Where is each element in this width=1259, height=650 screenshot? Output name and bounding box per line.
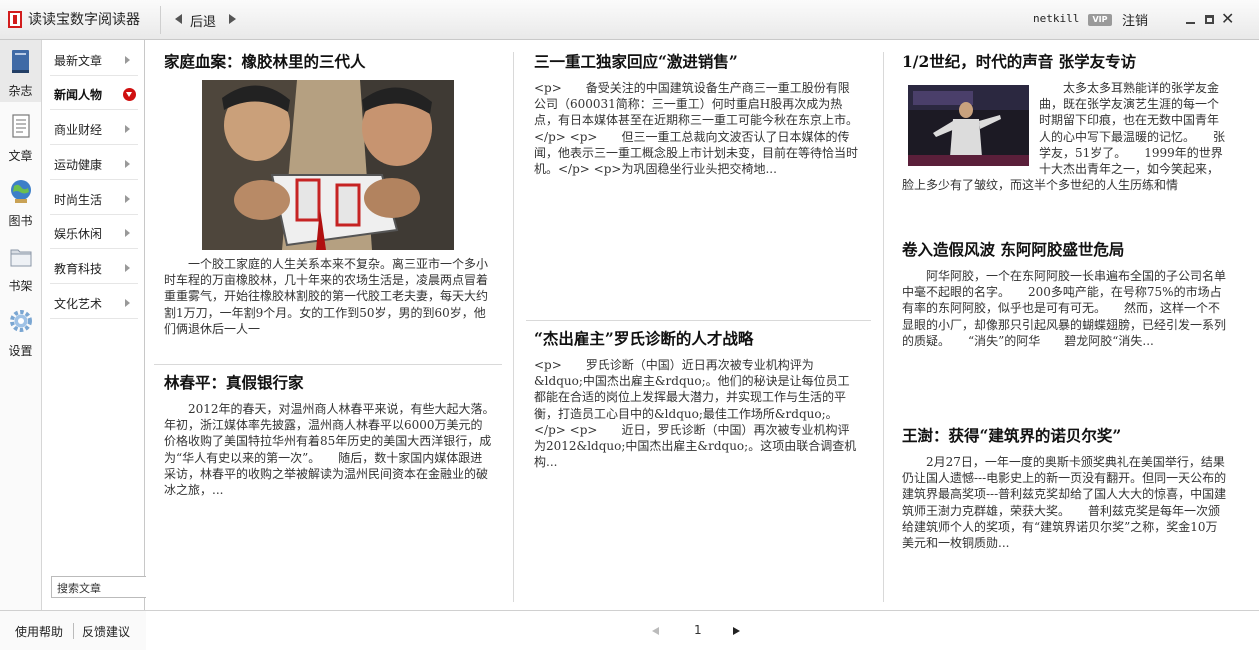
current-page-number: 1 — [694, 623, 702, 637]
help-link[interactable]: 使用帮助 — [15, 623, 63, 640]
logout-button[interactable]: 注销 — [1122, 10, 1148, 29]
article-icon — [12, 114, 30, 138]
search-placeholder: 搜索文章 — [57, 582, 101, 595]
footer-separator — [73, 623, 74, 639]
article-card[interactable]: 1/2世纪，时代的声音 张学友专访 太多太多耳熟能详的张学友金曲，既在张学友演艺… — [902, 52, 1228, 212]
article-card[interactable]: 林春平：真假银行家 2012年的春天，对温州商人林春平来说，有些大起大落。 年初… — [164, 373, 492, 523]
article-title[interactable]: 王澍：获得“建筑界的诺贝尔奖” — [902, 426, 1228, 446]
article-title[interactable]: 卷入造假风波 东阿阿胶盛世危局 — [902, 240, 1228, 260]
username-label: netkill — [1033, 12, 1080, 25]
minimize-icon[interactable] — [1186, 22, 1195, 24]
article-title[interactable]: 1/2世纪，时代的声音 张学友专访 — [902, 52, 1228, 72]
chevron-right-icon — [125, 299, 130, 307]
rail-label: 杂志 — [8, 84, 33, 98]
category-label: 文化艺术 — [54, 297, 103, 311]
article-card[interactable]: “杰出雇主”罗氏诊断的人才战略 <p> 罗氏诊断（中国）近日再次被专业机构评为&… — [534, 329, 859, 479]
article-summary: 阿华阿胶，一个在东阿阿胶一长串遍布全国的子公司名单中毫不起眼的名字。 200多吨… — [902, 269, 1227, 348]
chevron-right-icon — [125, 264, 130, 272]
article-summary: <p> 备受关注的中国建筑设备生产商三一重工股份有限公司（600031简称：三一… — [534, 81, 859, 177]
chevron-right-icon — [125, 56, 130, 64]
category-item-fashion[interactable]: 时尚生活 — [50, 181, 138, 215]
footer-links: 使用帮助 反馈建议 — [0, 610, 146, 650]
rail-item-magazine[interactable]: 杂志 — [0, 40, 41, 102]
globe-book-icon — [11, 180, 31, 203]
title-separator — [160, 6, 161, 34]
article-illustration — [202, 80, 454, 250]
article-title[interactable]: 林春平：真假银行家 — [164, 373, 492, 393]
vip-badge: VIP — [1088, 14, 1112, 26]
article-grid: 家庭血案：橡胶林里的三代人 一个胶工家庭的人生关系本来不复杂。离三亚市一个多小时… — [146, 40, 1259, 610]
back-button[interactable]: 后退 — [190, 11, 216, 30]
article-summary: 2012年的春天，对温州商人林春平来说，有些大起大落。 年初，浙江媒体率先披露，… — [164, 402, 492, 498]
article-card[interactable]: 三一重工独家回应“激进销售” <p> 备受关注的中国建筑设备生产商三一重工股份有… — [534, 52, 859, 217]
rail-label: 设置 — [8, 344, 33, 358]
previous-page-icon[interactable] — [652, 627, 659, 635]
category-label: 最新文章 — [54, 54, 103, 68]
chevron-right-icon — [125, 160, 130, 168]
category-label: 娱乐休闲 — [54, 227, 103, 241]
article-title[interactable]: 三一重工独家回应“激进销售” — [534, 52, 859, 72]
category-menu: 最新文章 新闻人物 商业财经 运动健康 时尚生活 娱乐休闲 教育科技 文化艺术 … — [43, 40, 171, 610]
rail-label: 书架 — [8, 279, 33, 293]
app-logo-icon — [8, 11, 22, 28]
article-summary: <p> 罗氏诊断（中国）近日再次被专业机构评为&ldquo;中国杰出雇主&rdq… — [534, 358, 857, 470]
article-summary: 一个胶工家庭的人生关系本来不复杂。离三亚市一个多小时车程的万亩橡胶林，几十年来的… — [164, 257, 489, 336]
article-title[interactable]: “杰出雇主”罗氏诊断的人才战略 — [534, 329, 859, 349]
category-label: 运动健康 — [54, 158, 103, 172]
article-body-wrap: 太多太多耳熟能详的张学友金曲，既在张学友演艺生涯的每一个时期留下印痕，也在无数中… — [902, 80, 1228, 204]
rail-item-article[interactable]: 文章 — [0, 105, 41, 167]
close-icon[interactable]: ✕ — [1221, 9, 1234, 28]
article-summary: 2月27日，一年一度的奥斯卡颁奖典礼在美国举行，结果仍让国人遗憾---电影史上的… — [902, 455, 1227, 551]
maximize-icon[interactable] — [1205, 15, 1214, 24]
article-card[interactable]: 卷入造假风波 东阿阿胶盛世危局 阿华阿胶，一个在东阿阿胶一长串遍布全国的子公司名… — [902, 240, 1228, 370]
category-item-education[interactable]: 教育科技 — [50, 250, 138, 284]
chevron-right-icon — [125, 229, 130, 237]
rail-item-shelf[interactable]: 书架 — [0, 235, 41, 297]
article-photo — [908, 85, 1029, 166]
category-label: 时尚生活 — [54, 193, 103, 207]
row-divider — [526, 320, 871, 321]
category-label: 新闻人物 — [54, 88, 103, 102]
article-card[interactable]: 家庭血案：橡胶林里的三代人 一个胶工家庭的人生关系本来不复杂。离三亚市一个多小时… — [164, 52, 492, 342]
row-divider — [154, 364, 502, 365]
category-item-news-people[interactable]: 新闻人物 — [50, 76, 138, 110]
rail-item-book[interactable]: 图书 — [0, 170, 41, 232]
category-item-sports-health[interactable]: 运动健康 — [50, 146, 138, 180]
rail-label: 图书 — [8, 214, 33, 228]
icon-rail: 杂志 文章 图书 书架 设置 — [0, 40, 42, 610]
gear-icon — [10, 310, 32, 332]
chevron-right-icon — [125, 195, 130, 203]
category-item-business[interactable]: 商业财经 — [50, 111, 138, 145]
article-title[interactable]: 家庭血案：橡胶林里的三代人 — [164, 52, 492, 72]
feedback-link[interactable]: 反馈建议 — [82, 623, 130, 640]
app-title: 读读宝数字阅读器 — [28, 12, 140, 28]
category-item-latest[interactable]: 最新文章 — [50, 42, 138, 76]
category-label: 教育科技 — [54, 262, 103, 276]
back-arrow-icon[interactable] — [175, 14, 182, 24]
forward-arrow-icon[interactable] — [229, 14, 236, 24]
category-item-culture[interactable]: 文化艺术 — [50, 285, 138, 319]
rail-item-settings[interactable]: 设置 — [0, 300, 41, 362]
folder-shelf-icon — [10, 249, 32, 267]
next-page-icon[interactable] — [733, 627, 740, 635]
magazine-icon — [12, 50, 29, 73]
title-bar: 读读宝数字阅读器 后退 netkill VIP 注销 ✕ — [0, 0, 1259, 40]
rail-label: 文章 — [8, 149, 33, 163]
article-card[interactable]: 王澍：获得“建筑界的诺贝尔奖” 2月27日，一年一度的奥斯卡颁奖典礼在美国举行，… — [902, 426, 1228, 576]
chevron-down-icon — [123, 88, 136, 101]
pagination: 1 — [146, 610, 1259, 650]
column-divider — [513, 52, 514, 602]
column-divider — [883, 52, 884, 602]
category-label: 商业财经 — [54, 123, 103, 137]
category-item-entertainment[interactable]: 娱乐休闲 — [50, 215, 138, 249]
chevron-right-icon — [125, 125, 130, 133]
